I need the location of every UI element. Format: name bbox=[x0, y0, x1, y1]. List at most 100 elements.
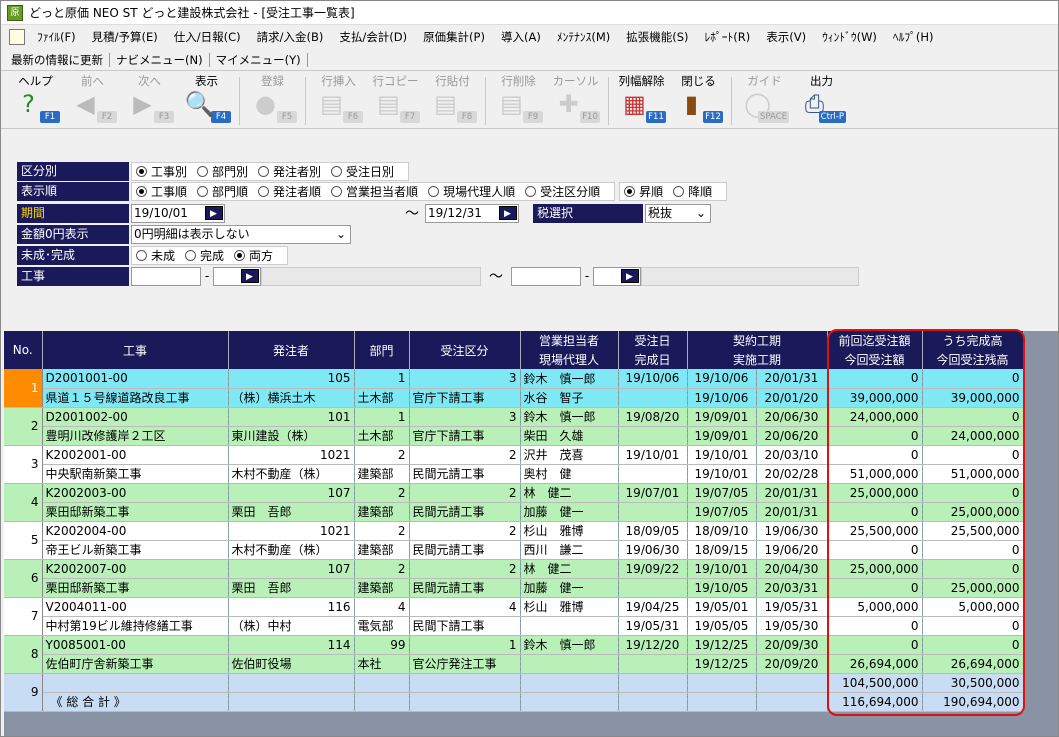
header-juchu[interactable]: 受注日 bbox=[618, 331, 688, 350]
rg-order-option-2[interactable]: 発注者順 bbox=[258, 183, 321, 200]
header-kansei-daka[interactable]: うち完成高 bbox=[922, 331, 1024, 350]
rg-status-option-2[interactable]: 両方 bbox=[234, 247, 273, 264]
toolbar-button-5[interactable]: 行挿入 ▤ F6 bbox=[310, 73, 367, 129]
rg-kubetsu-option-1[interactable]: 部門別 bbox=[197, 163, 248, 180]
eigyo-cell: 鈴木 慎一郎 bbox=[520, 369, 619, 389]
menu-item-3[interactable]: 請求/入金(B) bbox=[249, 27, 332, 47]
kubun-code: 2 bbox=[409, 483, 521, 503]
header-hachu[interactable]: 発注者 bbox=[228, 331, 355, 369]
toolbar-separator bbox=[239, 77, 240, 125]
koji-from-input[interactable] bbox=[131, 266, 201, 286]
table-row[interactable]: 7 V2004011-00 116 4 4 杉山 雅博 19/04/25 19/05/01 19… bbox=[4, 597, 1024, 636]
zero-select[interactable]: 0円明細は表示しない ⌄ bbox=[131, 224, 351, 244]
radio-icon bbox=[197, 165, 209, 177]
header-zenkai[interactable]: 前回迄受注額 bbox=[827, 331, 923, 350]
toolbar-button-10[interactable]: 列幅解除 ▦ F11 bbox=[613, 73, 670, 129]
menu-item-0[interactable]: ﾌｧｲﾙ(F) bbox=[29, 27, 84, 47]
nav-item-0[interactable]: 最新の情報に更新 bbox=[5, 52, 110, 67]
table-row[interactable]: 2 D2001002-00 101 1 3 鈴木 慎一郎 19/08/20 19/09/01 2… bbox=[4, 407, 1024, 446]
rg-order-option-4[interactable]: 現場代理人順 bbox=[428, 183, 515, 200]
toolbar-button-4[interactable]: 登録 ● F5 bbox=[244, 73, 301, 129]
rg-order-option-1[interactable]: 部門順 bbox=[197, 183, 248, 200]
rg-kubetsu-option-3[interactable]: 受注日別 bbox=[331, 163, 394, 180]
toolbar-button-7[interactable]: 行貼付 ▤ F8 bbox=[424, 73, 481, 129]
toolbar-button-8[interactable]: 行削除 ▤ F9 bbox=[490, 73, 547, 129]
table-row[interactable]: 県道１５号線道路改良工事 （株）横浜土木 土木部 官庁下請工事 水谷 智子 19/10/0… bbox=[4, 388, 1024, 408]
keiyaku-to: 19/06/30 bbox=[756, 521, 828, 541]
rg-kubetsu-option-0[interactable]: 工事別 bbox=[136, 163, 187, 180]
koji-from-branch-input[interactable] bbox=[213, 266, 237, 286]
zandaka-amount: 39,000,000 bbox=[922, 388, 1024, 408]
table-row[interactable]: 中村第19ビル維持修繕工事 （株）中村 電気部 民間下請工事 19/05/31 19/05… bbox=[4, 616, 1024, 636]
period-from-picker-button[interactable]: ▶ bbox=[204, 206, 223, 220]
rg-order-option-3[interactable]: 営業担当者順 bbox=[331, 183, 418, 200]
menu-item-12[interactable]: ﾍﾙﾌﾟ(H) bbox=[885, 27, 942, 47]
rg-order-option-0[interactable]: 工事順 bbox=[136, 183, 187, 200]
toolbar-button-3[interactable]: 表示 🔍 F4 bbox=[178, 73, 235, 129]
nav-item-2[interactable]: マイメニュー(Y) bbox=[210, 52, 308, 67]
toolbar-button-6[interactable]: 行コピー ▤ F7 bbox=[367, 73, 424, 129]
menu-item-6[interactable]: 導入(A) bbox=[493, 27, 549, 47]
koji-to-input[interactable] bbox=[511, 266, 581, 286]
table-row[interactable]: 栗田邸新築工事 栗田 吾郎 建築部 民間元請工事 加藤 健一 19/07/05 20/01/… bbox=[4, 502, 1024, 522]
toolbar-separator bbox=[485, 77, 486, 125]
toolbar-button-2[interactable]: 次へ ▶ F3 bbox=[121, 73, 178, 129]
menu-item-2[interactable]: 仕入/日報(C) bbox=[166, 27, 249, 47]
koji-to-branch-input[interactable] bbox=[593, 266, 617, 286]
table-row[interactable]: 3 K2002001-00 1021 2 2 沢井 茂喜 19/10/01 19/10/01 2… bbox=[4, 445, 1024, 484]
header-kubun[interactable]: 受注区分 bbox=[409, 331, 521, 369]
koji-from-picker-button[interactable]: ▶ bbox=[240, 269, 259, 283]
menu-item-10[interactable]: 表示(V) bbox=[758, 27, 814, 47]
menu-item-4[interactable]: 支払/会計(D) bbox=[331, 27, 415, 47]
header-jisshi[interactable]: 実施工期 bbox=[687, 350, 828, 369]
period-to-input[interactable]: 19/12/31 bbox=[425, 203, 495, 223]
header-zandaka[interactable]: 今回受注残高 bbox=[922, 350, 1024, 369]
rg-kubetsu-option-label: 工事別 bbox=[151, 164, 188, 179]
table-row[interactable]: 栗田邸新築工事 栗田 吾郎 建築部 民間元請工事 加藤 健一 19/10/05 20/03/… bbox=[4, 578, 1024, 598]
period-to-picker-button[interactable]: ▶ bbox=[498, 206, 517, 220]
koji-from-dash: - bbox=[204, 269, 210, 283]
tax-select[interactable]: 税抜 ⌄ bbox=[645, 203, 711, 223]
jisshi-from: 19/07/05 bbox=[687, 502, 757, 522]
menu-item-8[interactable]: 拡張機能(S) bbox=[618, 27, 696, 47]
table-row[interactable]: 5 K2002004-00 1021 2 2 杉山 雅博 18/09/05 18/09/10 1… bbox=[4, 521, 1024, 560]
header-koji[interactable]: 工事 bbox=[42, 331, 229, 369]
menu-item-11[interactable]: ｳｨﾝﾄﾞｳ(W) bbox=[814, 27, 885, 47]
child-window-icon[interactable] bbox=[9, 29, 25, 45]
table-row[interactable]: 1 D2001001-00 105 1 3 鈴木 慎一郎 19/10/06 19/10/06 2… bbox=[4, 369, 1024, 408]
rg-status-option-1[interactable]: 完成 bbox=[185, 247, 224, 264]
row-number: 4 bbox=[4, 483, 43, 522]
rg-kubetsu-option-2[interactable]: 発注者別 bbox=[258, 163, 321, 180]
table-row[interactable]: 豊明川改修護岸２工区 東川建設（株） 土木部 官庁下請工事 柴田 久雄 19/09/01 2… bbox=[4, 426, 1024, 446]
rg-order-option-5[interactable]: 受注区分順 bbox=[525, 183, 600, 200]
header-kansei[interactable]: 完成日 bbox=[618, 350, 688, 369]
toolbar-button-9[interactable]: カーソル ✚ F10 bbox=[547, 73, 604, 129]
table-row[interactable]: 8 Y0085001-00 114 99 1 鈴木 慎一郎 19/12/20 19/12/25… bbox=[4, 635, 1024, 674]
table-row[interactable]: 6 K2002007-00 107 2 2 林 健二 19/09/22 19/10/01 20/… bbox=[4, 559, 1024, 598]
header-bumon[interactable]: 部門 bbox=[354, 331, 410, 369]
koji-to-picker-button[interactable]: ▶ bbox=[620, 269, 639, 283]
table-row[interactable]: 佐伯町庁舎新築工事 佐伯町役場 本社 官公庁発注工事 19/12/25 20/09/20 2… bbox=[4, 654, 1024, 674]
toolbar-button-11[interactable]: 閉じる ▮ F12 bbox=[670, 73, 727, 129]
header-keiyaku[interactable]: 契約工期 bbox=[687, 331, 828, 350]
header-eigyo[interactable]: 営業担当者 bbox=[520, 331, 619, 350]
toolbar-button-0[interactable]: ヘルプ? F1 bbox=[7, 73, 64, 129]
menu-item-1[interactable]: 見積/予算(E) bbox=[84, 27, 166, 47]
period-from-input[interactable]: 19/10/01 bbox=[131, 203, 201, 223]
kubun-code: 4 bbox=[409, 597, 521, 617]
header-genba[interactable]: 現場代理人 bbox=[520, 350, 619, 369]
rg-dir-option-0[interactable]: 昇順 bbox=[624, 183, 663, 200]
table-row[interactable]: 4 K2002003-00 107 2 2 林 健二 19/07/01 19/07/05 20/… bbox=[4, 483, 1024, 522]
rg-status-option-0[interactable]: 未成 bbox=[136, 247, 175, 264]
table-row[interactable]: 帝王ビル新築工事 木村不動産（株） 建築部 民間元請工事 西川 謙二 19/06/30 18… bbox=[4, 540, 1024, 560]
toolbar-button-12[interactable]: ガイド ◯ SPACE bbox=[736, 73, 793, 129]
rg-dir-option-1[interactable]: 降順 bbox=[673, 183, 712, 200]
menu-item-7[interactable]: ﾒﾝﾃﾅﾝｽ(M) bbox=[549, 27, 618, 47]
header-konkai[interactable]: 今回受注額 bbox=[827, 350, 923, 369]
table-row[interactable]: 中央駅南新築工事 木村不動産（株） 建築部 民間元請工事 奥村 健 19/10/01 20/… bbox=[4, 464, 1024, 484]
toolbar-button-13[interactable]: 出力 ⎙ Ctrl-P bbox=[793, 73, 850, 129]
nav-item-1[interactable]: ナビメニュー(N) bbox=[110, 52, 210, 67]
toolbar-button-1[interactable]: 前へ ◀ F2 bbox=[64, 73, 121, 129]
menu-item-5[interactable]: 原価集計(P) bbox=[415, 27, 493, 47]
menu-item-9[interactable]: ﾚﾎﾟｰﾄ(R) bbox=[697, 27, 759, 47]
